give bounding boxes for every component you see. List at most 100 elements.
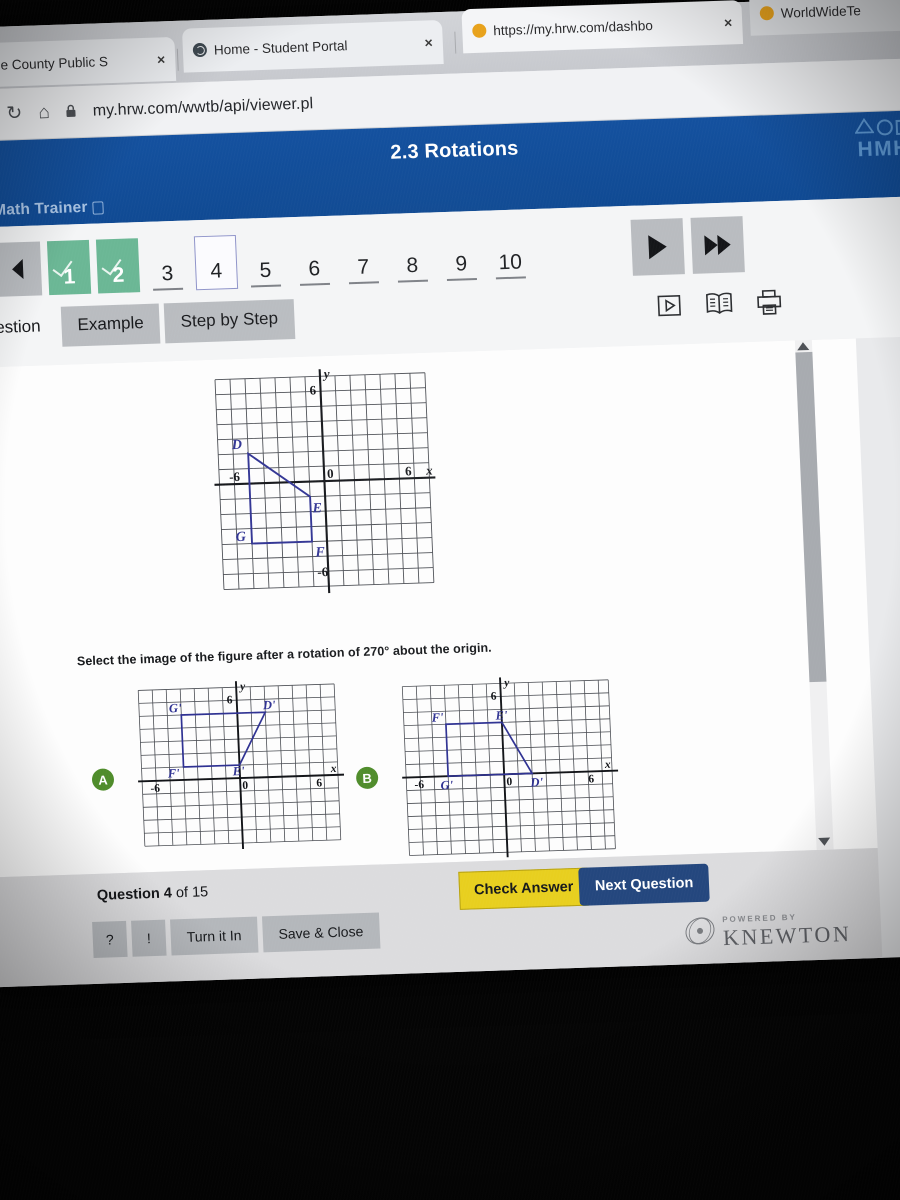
svg-text:0: 0 bbox=[242, 780, 249, 792]
document-icon bbox=[92, 200, 104, 215]
choice-badge-label: A bbox=[97, 771, 108, 788]
mode-tabs: Question Example Step by Step bbox=[0, 299, 295, 350]
question-number-8[interactable]: 8 bbox=[390, 228, 434, 283]
close-icon[interactable]: × bbox=[151, 51, 166, 67]
question-number-3[interactable]: 3 bbox=[145, 237, 189, 292]
vertex-label-G-prime: G' bbox=[169, 701, 183, 715]
save-and-close-label: Save & Close bbox=[278, 923, 364, 942]
figure-original-graph: x y 6 -6 0 6 -6 D E F G bbox=[214, 366, 436, 594]
help-button[interactable]: ? bbox=[92, 920, 128, 959]
svg-text:x: x bbox=[425, 463, 434, 478]
vertex-label-G-prime: G' bbox=[440, 778, 454, 792]
browser-tab-title: https://my.hrw.com/dashbo bbox=[492, 17, 654, 38]
question-number-label: 2 bbox=[112, 263, 125, 288]
print-icon[interactable] bbox=[754, 287, 785, 318]
vertical-scrollbar-thumb[interactable] bbox=[795, 351, 827, 683]
browser-tab-title: Home - Student Portal bbox=[213, 37, 348, 58]
knewton-logo: POWERED BY KNEWTON bbox=[680, 905, 852, 951]
question-counter: Question 4 of 15 bbox=[97, 884, 209, 904]
figure-choice-a-graph: x y 6 -6 0 6 D' E' F' G' bbox=[137, 681, 345, 850]
turn-it-in-button[interactable]: Turn it In bbox=[170, 916, 259, 956]
question-content-pane: x y 6 -6 0 6 -6 D E F G Select the image of t… bbox=[0, 338, 878, 878]
close-icon[interactable]: × bbox=[418, 34, 433, 50]
figure-choice-a[interactable]: x y 6 -6 0 6 D' E' F' G' bbox=[130, 676, 350, 863]
fast-forward-icon bbox=[717, 234, 732, 255]
question-number-label: 8 bbox=[405, 253, 419, 278]
svg-text:6: 6 bbox=[588, 773, 595, 785]
question-counter-current: 4 bbox=[163, 885, 173, 902]
svg-text:6: 6 bbox=[309, 382, 317, 397]
vertex-label-D: D bbox=[231, 438, 243, 453]
home-icon[interactable]: ⌂ bbox=[38, 102, 50, 123]
browser-tab-title: WorldWideTe bbox=[780, 2, 862, 21]
question-number-1[interactable]: 1 bbox=[46, 239, 92, 296]
svg-text:-6: -6 bbox=[414, 779, 424, 791]
vertex-label-F: F bbox=[314, 545, 326, 560]
tab-label: Step by Step bbox=[180, 308, 279, 331]
svg-text:6: 6 bbox=[316, 777, 323, 789]
svg-text:0: 0 bbox=[506, 776, 513, 788]
choice-badge-b[interactable]: B bbox=[355, 766, 379, 790]
circle-icon bbox=[876, 119, 894, 136]
triangle-icon bbox=[854, 117, 875, 139]
question-number-2[interactable]: 2 bbox=[95, 238, 141, 294]
help-icon: ? bbox=[105, 931, 115, 948]
svg-text:-6: -6 bbox=[229, 469, 241, 484]
check-answer-button[interactable]: Check Answer bbox=[458, 867, 590, 910]
vertex-label-D-prime: D' bbox=[262, 698, 277, 712]
svg-text:y: y bbox=[502, 677, 511, 689]
question-number-list: 1 2 3 4 5 6 7 8 9 10 bbox=[0, 225, 532, 298]
tab-divider bbox=[176, 48, 179, 71]
next-question-button[interactable]: Next Question bbox=[578, 863, 711, 906]
question-number-6[interactable]: 6 bbox=[292, 232, 336, 287]
vertex-label-E-prime: E' bbox=[494, 708, 508, 722]
prev-question-button[interactable] bbox=[0, 241, 43, 297]
scroll-up-icon[interactable] bbox=[796, 342, 810, 351]
svg-text:6: 6 bbox=[226, 694, 233, 706]
question-number-10[interactable]: 10 bbox=[488, 225, 532, 280]
play-icon bbox=[648, 234, 668, 260]
fast-forward-button[interactable] bbox=[690, 216, 745, 274]
save-and-close-button[interactable]: Save & Close bbox=[261, 912, 381, 953]
browser-tab-1[interactable]: Home - Student Portal × bbox=[181, 20, 444, 73]
browser-tab-2[interactable]: https://my.hrw.com/dashbo × bbox=[461, 0, 744, 54]
svg-text:-6: -6 bbox=[150, 783, 160, 795]
vertex-label-F-prime: F' bbox=[430, 710, 444, 724]
figure-choice-b[interactable]: x y 6 -6 0 6 D' E' F' G' bbox=[394, 672, 624, 869]
question-number-label: 9 bbox=[454, 252, 468, 276]
fast-forward-icon bbox=[704, 234, 719, 256]
tab-example[interactable]: Example bbox=[60, 303, 161, 347]
video-icon[interactable] bbox=[654, 290, 685, 321]
hmh-logo-marks bbox=[854, 117, 900, 139]
info-button[interactable]: ! bbox=[131, 919, 167, 957]
url-text[interactable]: my.hrw.com/wwtb/api/viewer.pl bbox=[92, 95, 313, 120]
reload-icon[interactable]: ↻ bbox=[6, 103, 23, 125]
choice-badge-a[interactable]: A bbox=[91, 768, 115, 791]
svg-text:x: x bbox=[329, 763, 337, 775]
vertex-label-E: E bbox=[311, 501, 322, 516]
question-number-label: 1 bbox=[63, 265, 76, 289]
vendor-name: KNEWTON bbox=[722, 920, 852, 951]
question-number-5[interactable]: 5 bbox=[243, 233, 287, 288]
play-button[interactable] bbox=[630, 218, 685, 276]
question-prompt: Select the image of the figure after a r… bbox=[76, 640, 492, 669]
tab-label: Example bbox=[77, 313, 145, 335]
book-icon[interactable] bbox=[704, 288, 735, 319]
tab-step-by-step[interactable]: Step by Step bbox=[163, 299, 295, 344]
scroll-down-icon[interactable] bbox=[818, 837, 831, 846]
question-number-4[interactable]: 4 bbox=[193, 234, 239, 291]
tab-divider bbox=[454, 31, 457, 54]
figure-choice-b-graph: x y 6 -6 0 6 D' E' F' G' bbox=[401, 677, 619, 858]
question-number-label: 6 bbox=[308, 257, 321, 281]
browser-tab-3[interactable]: WorldWideTe bbox=[748, 0, 900, 36]
question-number-7[interactable]: 7 bbox=[341, 230, 385, 285]
close-icon[interactable]: × bbox=[718, 14, 733, 30]
question-number-label: 4 bbox=[210, 259, 223, 283]
question-number-label: 7 bbox=[356, 255, 370, 279]
browser-tab-0[interactable]: Miami-Dade County Public S × bbox=[0, 36, 177, 90]
question-number-9[interactable]: 9 bbox=[439, 227, 483, 282]
lock-icon bbox=[65, 104, 77, 120]
orange-dot-icon bbox=[472, 23, 487, 38]
tab-question[interactable]: Question bbox=[0, 307, 58, 350]
question-counter-of: of bbox=[175, 884, 189, 902]
